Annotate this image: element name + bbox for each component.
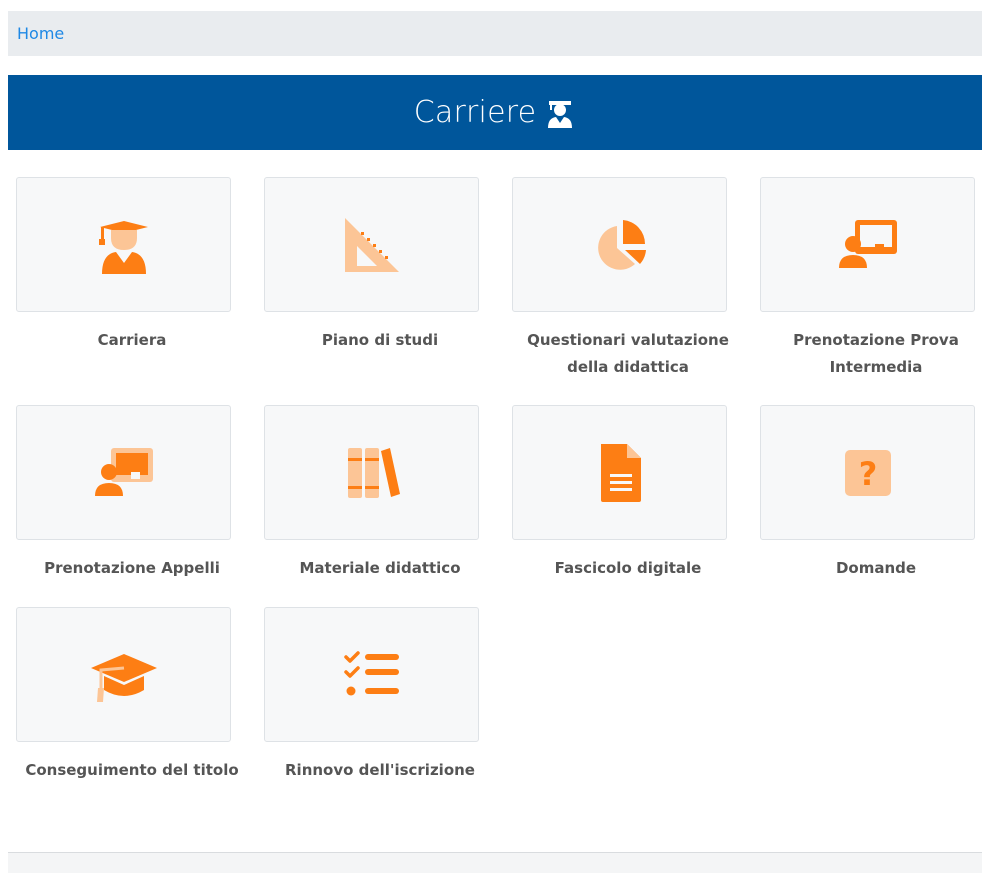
tile-rinnovo-iscrizione-button[interactable] <box>264 607 479 742</box>
breadcrumb-home-link[interactable]: Home <box>17 24 64 43</box>
tile-questionari-button[interactable] <box>512 177 727 312</box>
tile-domande-button[interactable]: ? <box>760 405 975 540</box>
document-icon <box>600 443 641 502</box>
tile-fascicolo-digitale-button[interactable] <box>512 405 727 540</box>
tile-carriera-button[interactable] <box>16 177 231 312</box>
svg-text:?: ? <box>858 455 877 493</box>
tile-materiale-didattico-button[interactable] <box>264 405 479 540</box>
teacher-board-icon <box>838 219 897 268</box>
tile-piano-di-studi-button[interactable] <box>264 177 479 312</box>
question-icon: ? <box>844 449 891 496</box>
page-title: Carriere <box>413 95 537 130</box>
page-header: Carriere <box>8 75 982 150</box>
tile-conseguimento-del-titolo-button[interactable] <box>16 607 231 742</box>
tile-label: Prenotazione Appelli <box>44 559 220 577</box>
graduation-cap-icon <box>90 653 157 702</box>
tile-label: Conseguimento del titolo <box>25 761 239 779</box>
set-square-icon <box>344 217 399 272</box>
tile-label: Carriera <box>97 331 167 349</box>
footer-divider <box>8 852 982 873</box>
graduate-student-icon <box>544 97 576 129</box>
tile-label: Piano di studi <box>321 331 439 349</box>
checklist-icon <box>343 650 399 695</box>
graduate-student-icon <box>98 220 148 274</box>
tile-label: Domande <box>835 559 917 577</box>
books-icon <box>347 447 400 498</box>
tile-label: Prenotazione Prova Intermedia <box>793 331 959 376</box>
tile-prenotazione-appelli-button[interactable] <box>16 405 231 540</box>
teacher-board-light-icon <box>94 447 153 496</box>
tile-prenotazione-prova-intermedia-button[interactable] <box>760 177 975 312</box>
tile-label: Rinnovo dell'iscrizione <box>285 761 475 779</box>
breadcrumb: Home <box>8 11 982 56</box>
tile-label: Materiale didattico <box>299 559 461 577</box>
tile-label: Fascicolo digitale <box>554 559 702 577</box>
pie-chart-icon <box>597 219 646 270</box>
tile-label: Questionari valutazione della didattica <box>527 331 729 376</box>
